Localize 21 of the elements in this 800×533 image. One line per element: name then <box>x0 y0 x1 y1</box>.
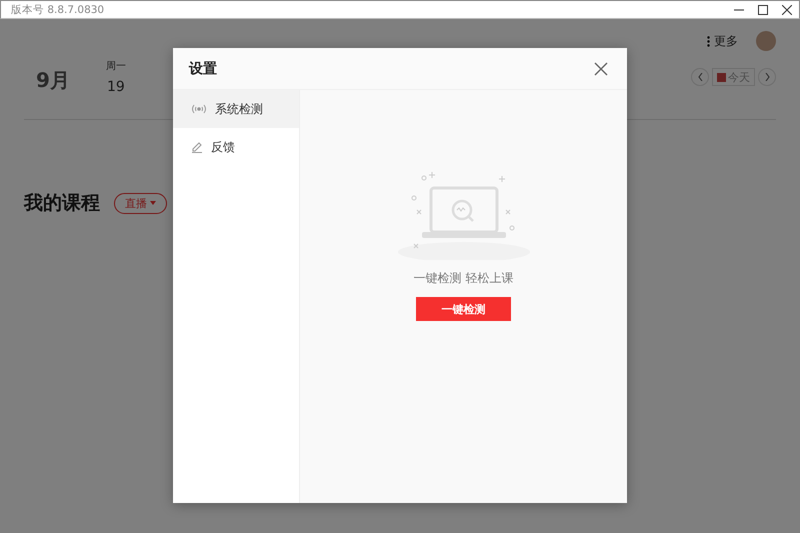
version-label: 版本号 8.8.7.0830 <box>11 2 104 16</box>
filter-dropdown[interactable]: 直播 <box>114 192 167 214</box>
chevron-left-icon <box>698 73 702 81</box>
today-icon <box>717 72 726 82</box>
broadcast-icon <box>191 104 207 114</box>
next-button[interactable] <box>758 68 776 86</box>
more-menu[interactable]: 更多 <box>707 32 738 50</box>
more-icon <box>707 36 710 46</box>
menu-item[interactable]: 系统检测 <box>173 90 299 128</box>
weekday-label: 周一 <box>106 60 126 73</box>
chevron-right-icon <box>764 73 770 81</box>
date-label[interactable]: 19 <box>107 79 125 95</box>
pencil-icon <box>191 141 203 153</box>
hint-text: 一键检测 轻松上课 <box>414 270 514 287</box>
close-button[interactable] <box>593 60 609 76</box>
check-button[interactable]: 一键检测 <box>416 297 511 321</box>
caret-icon <box>150 201 156 205</box>
dialog-title: 设置 <box>189 60 217 78</box>
previous-button[interactable] <box>691 68 709 86</box>
section-title: 我的课程 <box>24 191 100 216</box>
month-label: 9月 <box>36 67 70 94</box>
